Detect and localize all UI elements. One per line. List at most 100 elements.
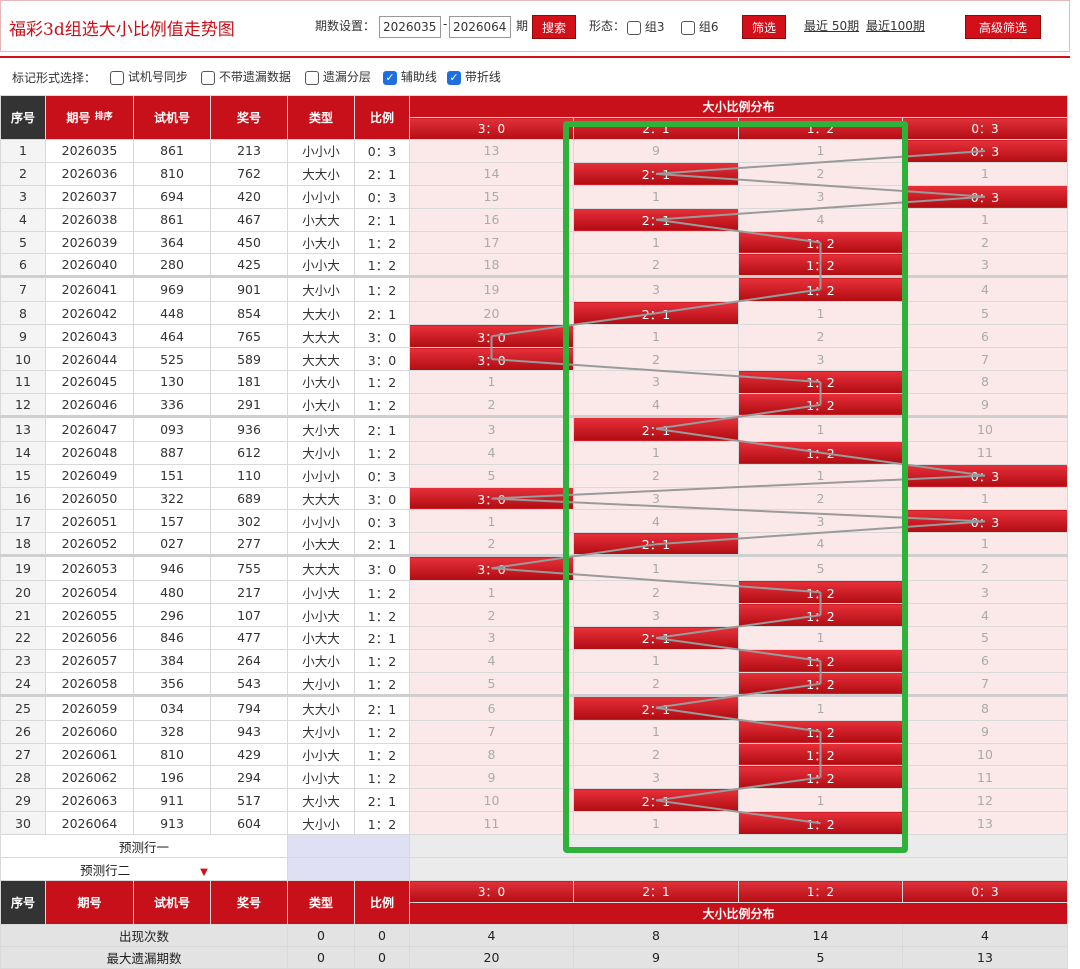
table-row: 8 2026042 448 854 大大小 2：1 20 2：1 1 5 [0, 301, 1068, 326]
dist-omission-cell: 2 [409, 392, 574, 417]
table-row: 26 2026060 328 943 大小小 1：2 7 1 1：2 9 [0, 719, 1068, 744]
table-row: 13 2026047 093 936 大小大 2：1 3 2：1 1 10 [0, 414, 1068, 442]
trial-cell: 196 [133, 765, 211, 790]
option-label: 不带遗漏数据 [218, 70, 291, 84]
type-cell: 大小小 [287, 719, 355, 744]
table-row: 4 2026038 861 467 小大大 2：1 16 2：1 4 1 [0, 207, 1068, 232]
dist-omission-cell: 1 [573, 440, 739, 465]
dist-omission-cell: 11 [902, 765, 1068, 790]
advanced-filter-button[interactable]: 高级筛选 [965, 15, 1041, 39]
seq-cell: 18 [0, 532, 46, 557]
table-row: 7 2026041 969 901 大小小 1：2 19 3 1：2 4 [0, 275, 1068, 303]
option-omission-layer[interactable]: 遗漏分层 [305, 68, 371, 85]
period-cell: 2026047 [45, 414, 134, 442]
prize-cell: 213 [210, 139, 288, 163]
dist-omission-cell: 9 [902, 392, 1068, 417]
dist-hit-cell: 0：3 [902, 139, 1068, 163]
ratio-cell: 0：3 [354, 139, 410, 163]
type-cell: 大小小 [287, 811, 355, 836]
prize-cell: 901 [210, 275, 288, 303]
dist-hit-cell: 2：1 [573, 207, 739, 232]
type-cell: 小大大 [287, 207, 355, 232]
prize-header: 奖号 [210, 95, 288, 140]
dist-omission-cell: 1 [738, 301, 903, 326]
seq-cell: 22 [0, 626, 46, 650]
dist-omission-cell: 2 [902, 554, 1068, 582]
search-button[interactable]: 搜索 [532, 15, 576, 39]
trial-sync-checkbox[interactable] [110, 70, 124, 85]
group6-option[interactable]: 组6 [681, 18, 718, 35]
period-cell: 2026037 [45, 184, 134, 209]
ratio-cell: 2：1 [354, 207, 410, 232]
group3-option[interactable]: 组3 [627, 18, 664, 35]
trial-footer: 试机号 [133, 880, 211, 926]
group6-checkbox[interactable] [681, 20, 695, 35]
stat-value: 5 [738, 946, 903, 969]
no-omission-checkbox[interactable] [201, 70, 215, 85]
trial-cell: 846 [133, 626, 211, 650]
option-no-omission[interactable]: 不带遗漏数据 [201, 68, 291, 85]
option-trial-sync[interactable]: 试机号同步 [110, 68, 188, 85]
arrow-down-icon[interactable]: ▼ [200, 867, 208, 878]
period-header[interactable]: 期号 排序 [45, 95, 134, 140]
dist-omission-cell: 3 [573, 275, 739, 303]
type-cell: 大大小 [287, 693, 355, 721]
group3-checkbox[interactable] [627, 20, 641, 35]
period-unit-label: 期 [516, 19, 529, 33]
dist-omission-cell: 10 [902, 414, 1068, 442]
predict-label[interactable]: 预测行一 [0, 834, 288, 859]
predict-row-1: 预测行一 [0, 834, 1068, 859]
polyline-checkbox[interactable]: ✓ [447, 70, 461, 85]
dist-omission-cell: 4 [738, 532, 903, 557]
dist-omission-cell: 5 [902, 626, 1068, 650]
table-row: 25 2026059 034 794 大大小 2：1 6 2：1 1 8 [0, 693, 1068, 721]
dist-omission-cell: 3 [738, 184, 903, 209]
omission-layer-checkbox[interactable] [305, 70, 319, 85]
dist-hit-cell: 3：0 [409, 486, 574, 511]
dist-omission-cell: 3 [738, 347, 903, 372]
seq-cell: 13 [0, 414, 46, 442]
recent-50-link[interactable]: 最近 50期 [804, 17, 859, 34]
type-cell: 小大小 [287, 370, 355, 394]
ratio-cell: 1：2 [354, 811, 410, 836]
dist-omission-cell: 10 [902, 742, 1068, 767]
option-aux-line[interactable]: ✓ 辅助线 [383, 68, 437, 85]
period-cell: 2026052 [45, 532, 134, 557]
option-polyline[interactable]: ✓ 带折线 [447, 68, 501, 85]
table-row: 29 2026063 911 517 大小大 2：1 10 2：1 1 12 [0, 788, 1068, 813]
table-row: 3 2026037 694 420 小小小 0：3 15 1 3 0：3 [0, 184, 1068, 209]
trial-cell: 887 [133, 440, 211, 465]
period-to-input[interactable] [449, 16, 511, 38]
seq-cell: 5 [0, 230, 46, 255]
table-row: 12 2026046 336 291 小大小 1：2 2 4 1：2 9 [0, 392, 1068, 417]
option-label: 辅助线 [400, 70, 437, 84]
dist-omission-cell: 9 [573, 139, 739, 163]
stat-value: 13 [902, 946, 1068, 969]
seq-cell: 12 [0, 392, 46, 417]
type-cell: 大小小 [287, 671, 355, 696]
dist-hit-cell: 2：1 [573, 693, 739, 721]
seq-cell: 9 [0, 324, 46, 349]
aux-line-checkbox[interactable]: ✓ [383, 70, 397, 85]
period-cell: 2026043 [45, 324, 134, 349]
recent-100-link[interactable]: 最近100期 [866, 17, 925, 34]
ratio-cell: 2：1 [354, 532, 410, 557]
filter-button[interactable]: 筛选 [742, 15, 786, 39]
period-from-input[interactable] [379, 16, 441, 38]
prize-cell: 217 [210, 580, 288, 605]
period-cell: 2026061 [45, 742, 134, 767]
sort-label[interactable]: 排序 [95, 109, 113, 122]
stat-label: 出现次数 [0, 924, 288, 948]
trial-cell: 913 [133, 811, 211, 836]
mark-options-label: 标记形式选择： [12, 71, 97, 85]
dist-omission-cell: 3 [902, 580, 1068, 605]
dist-omission-cell: 8 [409, 742, 574, 767]
dist-hit-cell: 1：2 [738, 253, 903, 278]
trial-cell: 694 [133, 184, 211, 209]
dist-omission-cell: 3 [409, 626, 574, 650]
stat-value: 9 [573, 946, 739, 969]
dist-omission-cell: 2 [409, 603, 574, 628]
dist-label-21: 2：1 [573, 880, 739, 904]
predict-label[interactable]: 预测行二 ▼ [0, 857, 288, 882]
dist-label-21: 2：1 [573, 117, 739, 140]
